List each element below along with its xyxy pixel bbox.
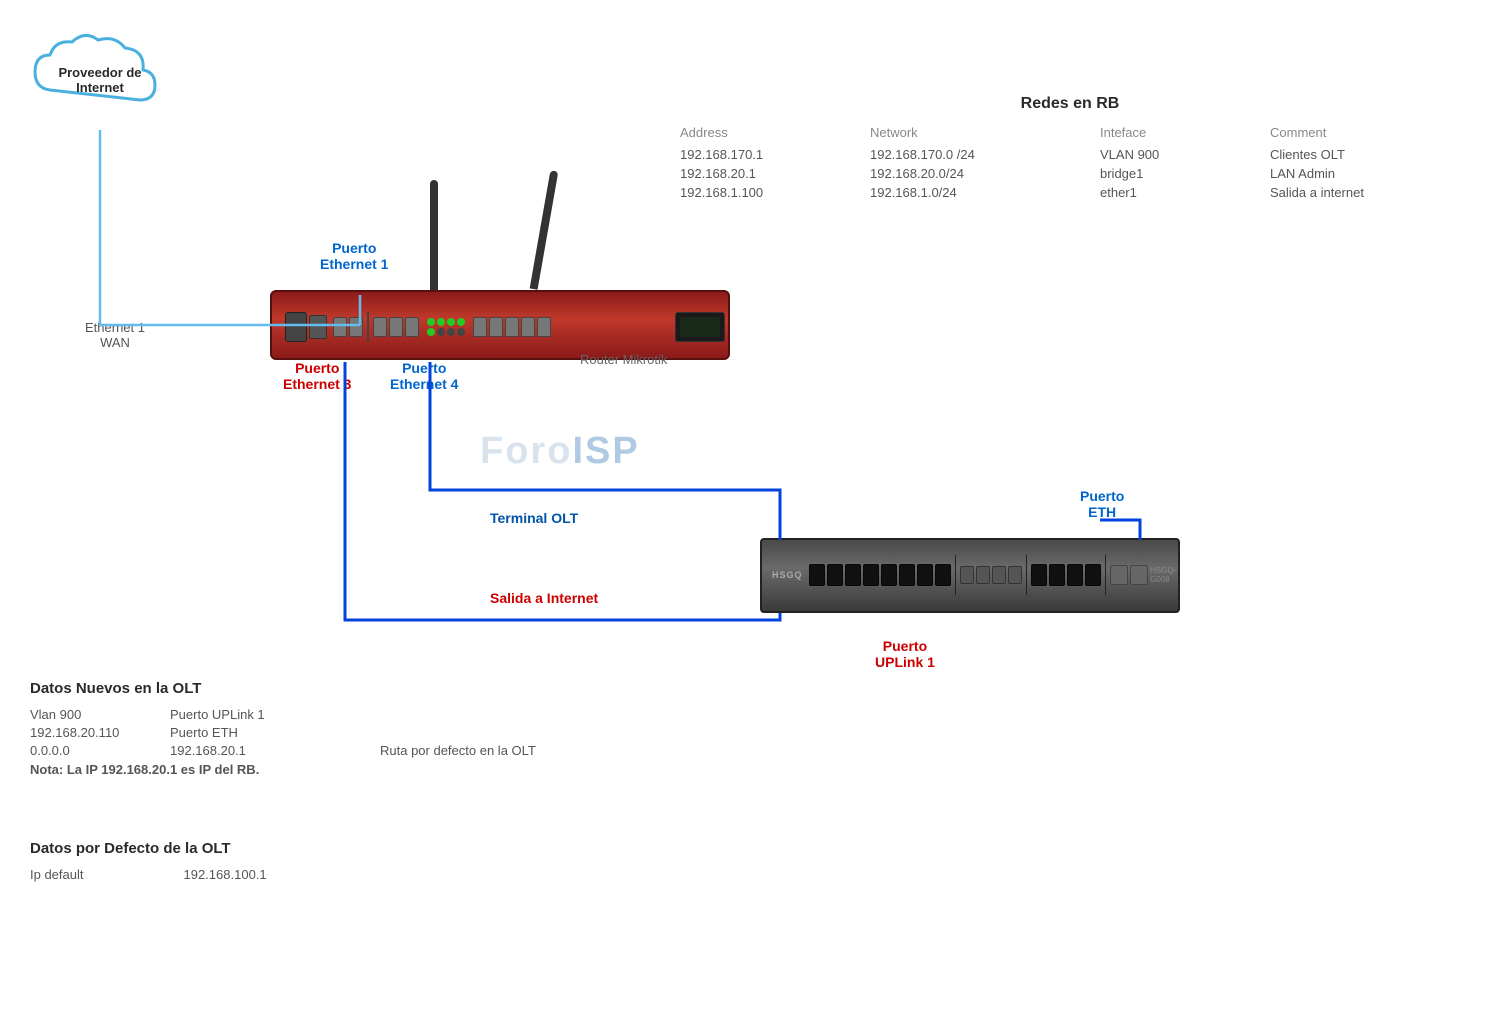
- antenna-right: [530, 170, 559, 290]
- watermark: ForoISP: [480, 430, 640, 473]
- network-table-title: Redes en RB: [680, 95, 1460, 113]
- dd-value: 192.168.100.1: [184, 867, 267, 882]
- row0-comment: Clientes OLT: [1270, 146, 1450, 163]
- cloud-label: Proveedor de Internet: [30, 30, 170, 130]
- row1-address: 192.168.20.1: [680, 165, 860, 182]
- row0-network: 192.168.170.0 /24: [870, 146, 1090, 163]
- row1-network: 192.168.20.0/24: [870, 165, 1090, 182]
- row1-interface: bridge1: [1100, 165, 1260, 182]
- dn-row0-c1: Puerto UPLink 1: [170, 707, 370, 722]
- label-puerto-uplink1: Puerto UPLink 1: [875, 638, 935, 670]
- row2-interface: ether1: [1100, 184, 1260, 201]
- dn-nota: Nota: La IP 192.168.20.1 es IP del RB.: [30, 762, 536, 777]
- dn-row2-c0: 0.0.0.0: [30, 743, 160, 758]
- datos-nuevos-panel: Datos Nuevos en la OLT Vlan 900 Puerto U…: [30, 680, 536, 777]
- dn-row0-c0: Vlan 900: [30, 707, 160, 722]
- label-puerto-eth3: Puerto Ethernet 3: [283, 360, 351, 392]
- antenna-left: [430, 180, 438, 290]
- row1-comment: LAN Admin: [1270, 165, 1450, 182]
- col-header-network: Network: [870, 125, 1090, 144]
- label-terminal-olt: Terminal OLT: [490, 510, 578, 526]
- row0-address: 192.168.170.1: [680, 146, 860, 163]
- label-eth1-wan: Ethernet 1 WAN: [85, 320, 145, 350]
- datos-defecto-panel: Datos por Defecto de la OLT Ip default 1…: [30, 840, 267, 882]
- network-info-panel: Redes en RB Address Network Inteface Com…: [680, 95, 1460, 201]
- dn-row2-c1: 192.168.20.1: [170, 743, 370, 758]
- col-header-comment: Comment: [1270, 125, 1450, 144]
- dn-row2-c2: Ruta por defecto en la OLT: [380, 743, 536, 758]
- label-puerto-eth4: Puerto Ethernet 4: [390, 360, 458, 392]
- datos-defecto-title: Datos por Defecto de la OLT: [30, 840, 267, 857]
- dn-row1-c1: Puerto ETH: [170, 725, 370, 740]
- dn-row1-c2: [380, 725, 536, 740]
- row2-comment: Salida a internet: [1270, 184, 1450, 201]
- row2-network: 192.168.1.0/24: [870, 184, 1090, 201]
- olt-device: HSGQ: [760, 538, 1180, 613]
- col-header-interface: Inteface: [1100, 125, 1260, 144]
- datos-nuevos-title: Datos Nuevos en la OLT: [30, 680, 536, 697]
- label-puerto-eth1: Puerto Ethernet 1: [320, 240, 388, 272]
- dn-row0-c2: [380, 707, 536, 722]
- col-header-address: Address: [680, 125, 860, 144]
- row0-interface: VLAN 900: [1100, 146, 1260, 163]
- row2-address: 192.168.1.100: [680, 184, 860, 201]
- router-label: Router Mikrotik: [580, 352, 667, 367]
- dd-label: Ip default: [30, 867, 84, 882]
- label-puerto-eth: Puerto ETH: [1080, 488, 1124, 520]
- label-salida-internet: Salida a Internet: [490, 590, 598, 606]
- dn-row1-c0: 192.168.20.110: [30, 725, 160, 740]
- router-mikrotik: [270, 290, 730, 360]
